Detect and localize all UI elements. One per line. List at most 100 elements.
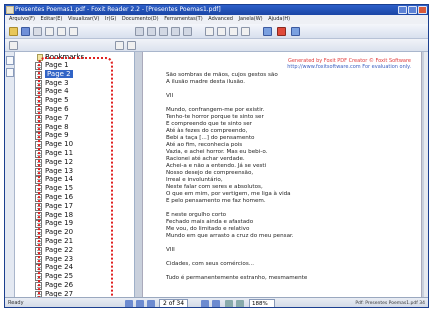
pdf-icon[interactable] [277, 27, 286, 36]
text-line: E pelo pensamento me faz homem. [166, 198, 266, 204]
text-line [166, 100, 406, 107]
prev-view-button[interactable] [147, 300, 155, 307]
page-icon [35, 167, 42, 176]
rotate-icon[interactable] [183, 27, 192, 36]
select-text-icon[interactable] [57, 27, 66, 36]
bookmark-label: Page 10 [45, 140, 74, 149]
bookmark-root-icon [37, 54, 43, 61]
page-icon [35, 114, 42, 123]
next-page-button[interactable] [201, 300, 209, 307]
page-icon [35, 229, 42, 238]
bookmark-label: Page 24 [45, 263, 74, 272]
text-line: Cidades, com seus comércios... [166, 261, 255, 267]
last-page-button[interactable] [212, 300, 220, 307]
evaluation-watermark: Generated by Foxit PDF Creator © Foxit S… [287, 58, 411, 70]
prev-page-icon[interactable] [217, 27, 226, 36]
next-page-icon[interactable] [229, 27, 238, 36]
navigation-tabs [5, 52, 15, 297]
bookmark-label: Page 15 [45, 184, 74, 193]
vertical-scrollbar[interactable] [424, 52, 428, 297]
forward-button[interactable] [236, 300, 244, 307]
zoom-in-icon[interactable] [135, 27, 144, 36]
menu-bar: Arquivo(F) Editar(E) Visualizar(V) Ir(G)… [5, 15, 428, 33]
zoom-field[interactable]: 188% [249, 299, 275, 307]
bookmark-label: Page 23 [45, 254, 74, 263]
bookmark-label: Page 4 [45, 87, 69, 96]
text-line: Mundo, confrangem-me por existir. [166, 107, 265, 113]
page-icon [35, 62, 42, 70]
page-icon [35, 185, 42, 194]
dropdown-arrow-icon[interactable] [127, 41, 136, 50]
menu-editar[interactable]: Editar(E) [41, 16, 63, 22]
bookmarks-panel: Bookmarks Page 1 Page 2 Page 3 Page 4 Page 5… [15, 52, 135, 297]
page-icon [35, 106, 42, 114]
menu-advanced[interactable]: Advanced [208, 16, 233, 22]
save-icon[interactable] [21, 27, 30, 36]
hand-tool-icon[interactable] [45, 27, 54, 36]
text-line: A ilusão madre desta ilusão. [166, 79, 246, 85]
open-icon[interactable] [9, 27, 18, 36]
page-icon [35, 176, 42, 185]
text-line [166, 86, 406, 93]
last-page-icon[interactable] [241, 27, 250, 36]
text-line [166, 205, 406, 212]
find-icon[interactable] [263, 27, 272, 36]
bookmark-label: Page 9 [45, 131, 69, 140]
poem-text: São sombras de mãos, cujos gestos são A i… [166, 72, 406, 282]
first-page-button[interactable] [125, 300, 133, 307]
page-icon [35, 211, 42, 220]
menu-ajuda[interactable]: Ajuda(H) [268, 16, 290, 22]
first-page-icon[interactable] [205, 27, 214, 36]
menu-arquivo[interactable]: Arquivo(F) [9, 16, 35, 22]
secondary-toolbar [5, 39, 428, 52]
text-line: Achei-a e não a entendo. Já se vesti [166, 163, 267, 169]
zoom-out-icon[interactable] [147, 27, 156, 36]
fit-page-icon[interactable] [159, 27, 168, 36]
text-line: Até ao fim, reconhecia pois [166, 142, 243, 148]
close-button[interactable] [418, 6, 427, 14]
bookmark-label: Page 22 [45, 245, 74, 254]
page-icon [35, 246, 42, 255]
status-bar: Ready 2 of 34 188% Pdf: Presentes Poemas… [5, 297, 428, 307]
print-icon[interactable] [33, 27, 42, 36]
typewriter-icon[interactable] [291, 27, 300, 36]
page-icon [35, 220, 42, 229]
text-line: E compreendo que te sinto ser [166, 121, 252, 127]
maximize-button[interactable] [408, 6, 417, 14]
watermark-line-2[interactable]: http://www.foxitsoftware.com For evaluat… [287, 64, 411, 70]
note-icon[interactable] [115, 41, 124, 50]
pdf-page: Generated by Foxit PDF Creator © Foxit S… [142, 52, 422, 297]
page-icon [35, 282, 42, 290]
bookmark-label: Page 12 [45, 157, 74, 166]
menu-janela[interactable]: Janela(W) [239, 16, 263, 22]
bookmark-label: Page 21 [45, 237, 74, 245]
thumbnails-tab-icon[interactable] [6, 68, 14, 77]
page-indicator[interactable]: 2 of 34 [159, 299, 189, 307]
text-line: Bebi a taça [...] do pensamento [166, 135, 255, 141]
menu-ir[interactable]: Ir(G) [105, 16, 116, 22]
bookmark-label: Page 16 [45, 193, 74, 201]
document-view[interactable]: Generated by Foxit PDF Creator © Foxit S… [135, 52, 427, 297]
menu-visualizar[interactable]: Visualizar(V) [68, 16, 99, 22]
bookmark-label: Page 3 [45, 78, 69, 87]
minimize-button[interactable] [398, 6, 407, 14]
bookmark-label: Page 8 [45, 122, 69, 131]
fit-width-icon[interactable] [171, 27, 180, 36]
menu-ferramentas[interactable]: Ferramentas(T) [164, 16, 202, 22]
prev-page-button[interactable] [136, 300, 144, 307]
snapshot-icon[interactable] [69, 27, 78, 36]
bookmark-label: Page 14 [45, 175, 74, 184]
bookmark-label: Page 1 [45, 61, 69, 69]
window-title: Presentes Poemas1.pdf - Foxit Reader 2.2… [15, 6, 221, 13]
bookmark-panel-icon[interactable] [9, 41, 18, 50]
bookmark-label: Page 25 [45, 272, 74, 281]
status-file-info: Pdf: Presentes Poemas1.pdf 34 [355, 301, 425, 306]
text-line [166, 254, 406, 261]
bookmarks-tab-icon[interactable] [6, 56, 14, 65]
text-line: Me vou, do limitado e relativo [166, 226, 250, 232]
page-icon [35, 273, 42, 282]
menu-documento[interactable]: Documento(D) [122, 16, 159, 22]
text-line: Mundo em que arrasto a cruz do meu pensa… [166, 233, 294, 239]
bookmark-label: Page 2 [45, 69, 73, 78]
back-button[interactable] [225, 300, 233, 307]
